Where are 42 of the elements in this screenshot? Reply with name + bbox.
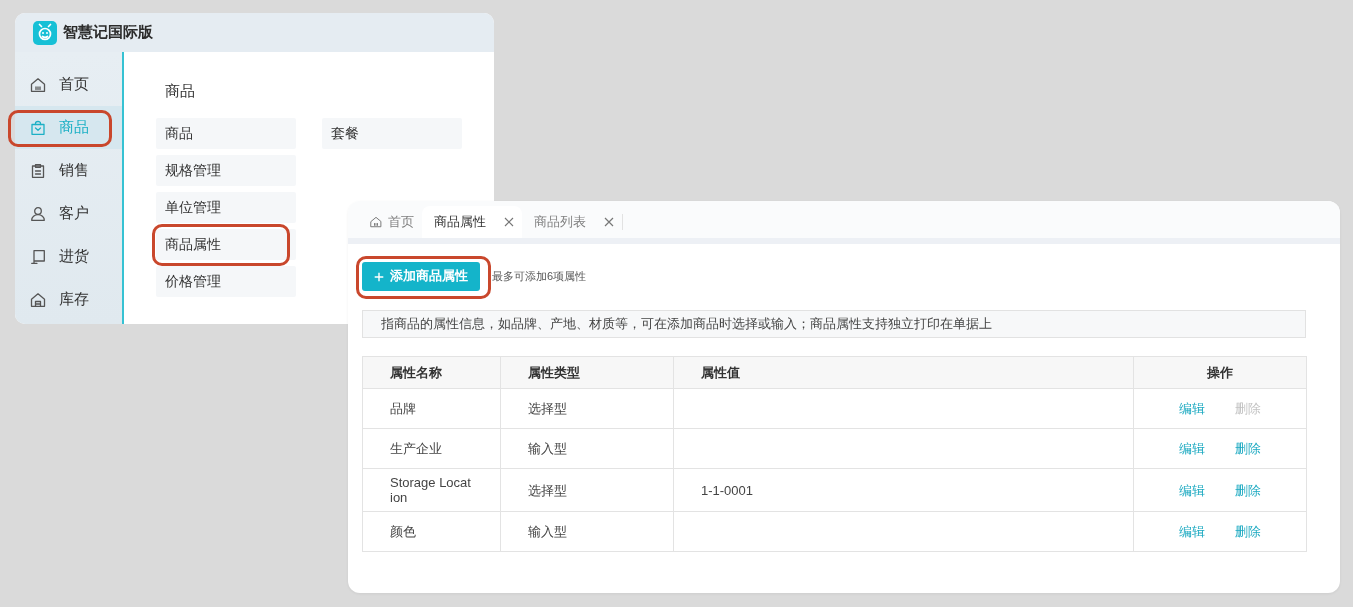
- house-icon: [370, 216, 382, 228]
- tab[interactable]: 首页: [358, 206, 422, 238]
- sidebar-item[interactable]: 库存: [15, 278, 122, 321]
- limit-note: 最多可添加6项属性: [492, 269, 587, 284]
- shopping-bag-icon: [30, 119, 46, 136]
- sidebar-item[interactable]: 首页: [15, 63, 122, 106]
- table-cell: 颜色: [362, 511, 501, 552]
- info-banner: 指商品的属性信息，如品牌、产地、材质等，可在添加商品时选择或输入；商品属性支持独立打印在单据上: [362, 310, 1306, 338]
- column-header: 操作: [1133, 356, 1307, 389]
- menu-item[interactable]: 规格管理: [156, 155, 296, 186]
- sidebar-item[interactable]: 客户: [15, 192, 122, 235]
- logo-icon: [33, 20, 57, 45]
- table-cell: 生产企业: [362, 428, 501, 469]
- tab[interactable]: 商品列表: [522, 206, 622, 238]
- clipboard-icon: [30, 162, 46, 179]
- table-cell: 品牌: [362, 388, 501, 429]
- close-icon[interactable]: [604, 217, 614, 227]
- app-title: 智慧记国际版: [63, 23, 153, 42]
- column-header: 属性值: [673, 356, 1134, 389]
- table-cell: Storage Location: [362, 468, 501, 512]
- menu-item[interactable]: 商品属性: [156, 229, 296, 260]
- menu-item[interactable]: 价格管理: [156, 266, 296, 297]
- table-cell: 选择型: [500, 388, 674, 429]
- close-icon[interactable]: [504, 217, 514, 227]
- board-icon: [30, 248, 46, 265]
- person-icon: [30, 205, 46, 222]
- tab[interactable]: 商品属性: [422, 206, 522, 238]
- menu-item[interactable]: 单位管理: [156, 192, 296, 223]
- column-header: 属性名称: [362, 356, 501, 389]
- warehouse-icon: [30, 291, 46, 308]
- sidebar-item[interactable]: 进货: [15, 235, 122, 278]
- column-header: 属性类型: [500, 356, 674, 389]
- table-cell: 输入型: [500, 428, 674, 469]
- section-heading: 商品: [164, 81, 195, 101]
- table-cell: 输入型: [500, 511, 674, 552]
- sidebar-item[interactable]: 销售: [15, 149, 122, 192]
- table-cell: 1-1-0001: [673, 468, 1134, 512]
- table-cell: 选择型: [500, 468, 674, 512]
- menu-item[interactable]: 商品: [156, 118, 296, 149]
- plus-icon: [374, 271, 384, 282]
- house-icon: [30, 76, 46, 93]
- menu-item[interactable]: 套餐: [322, 118, 462, 149]
